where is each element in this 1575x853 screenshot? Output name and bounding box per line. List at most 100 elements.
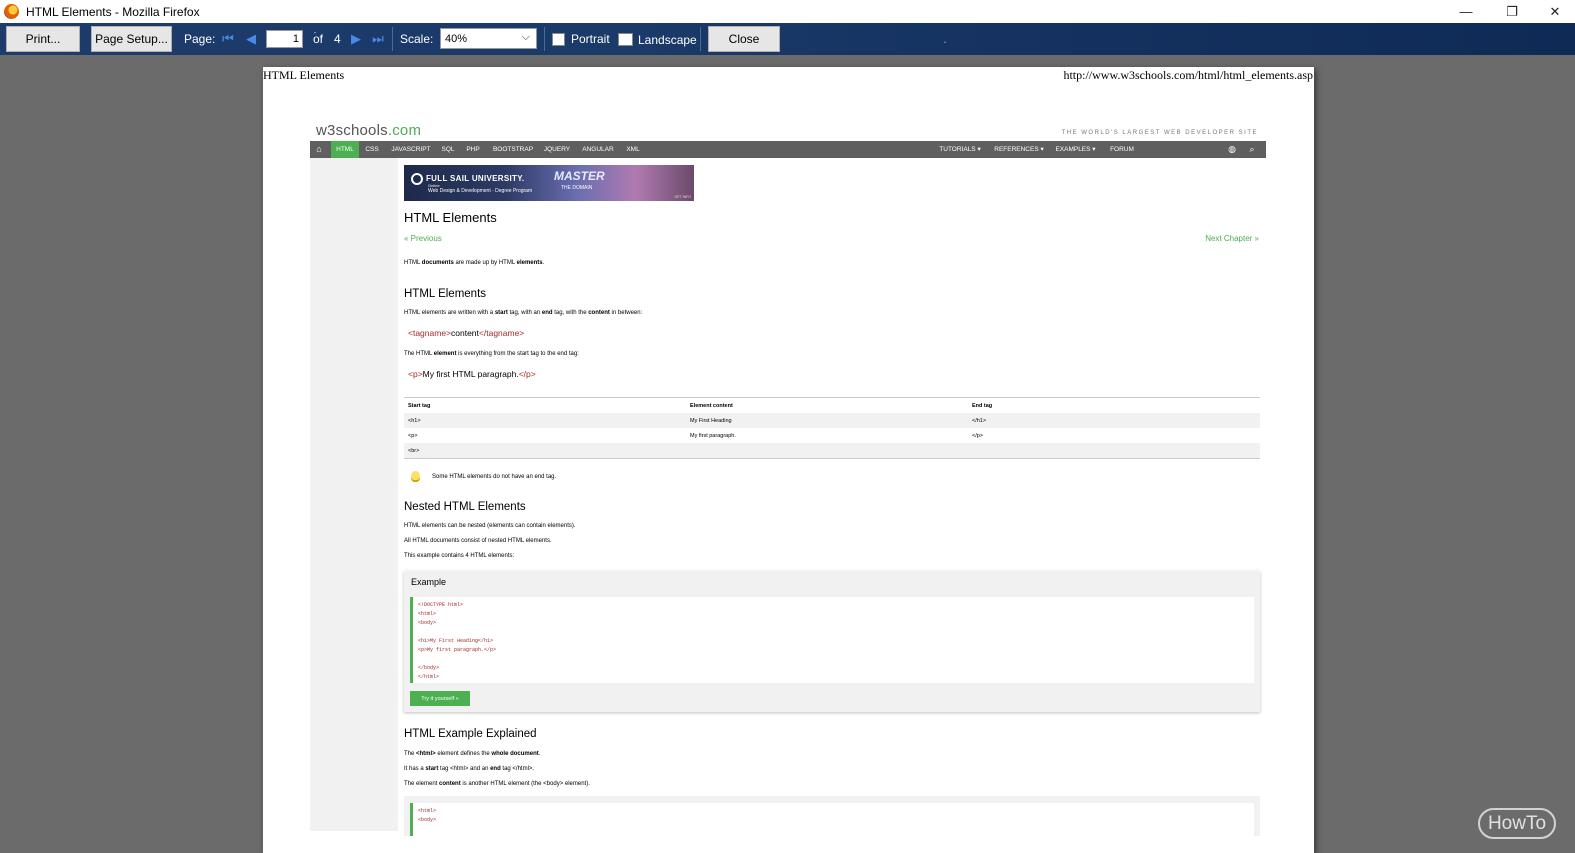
example-code: <!DOCTYPE html> <html> <body> <h1>My Fir… bbox=[410, 597, 1254, 683]
nested-paragraph-1: HTML elements can be nested (elements ca… bbox=[404, 523, 576, 529]
heading-example-explained: HTML Example Explained bbox=[404, 728, 537, 740]
code-line: <p>My first paragraph.</p> bbox=[418, 647, 497, 653]
home-icon[interactable]: ⌂ bbox=[313, 143, 325, 156]
page-title: HTML Elements bbox=[404, 210, 497, 225]
firefox-icon bbox=[4, 4, 19, 19]
first-page-icon[interactable]: ⏮ bbox=[220, 31, 236, 47]
tags-table: Start tag Element content End tag <h1> M… bbox=[404, 397, 1260, 459]
howto-watermark: HowTo bbox=[1478, 808, 1556, 839]
table-header: End tag bbox=[972, 402, 993, 409]
nav-references[interactable]: REFERENCES ▾ bbox=[993, 141, 1045, 158]
page-header-url: http://www.w3schools.com/html/html_eleme… bbox=[1063, 68, 1313, 82]
example-box-2: <html> <body> bbox=[404, 796, 1260, 836]
intro-paragraph: HTML documents are made up by HTML eleme… bbox=[404, 260, 545, 266]
print-button[interactable]: Print... bbox=[6, 26, 80, 52]
ad-subtitle: Web Design & Development · Degree Progra… bbox=[428, 188, 533, 194]
window-titlebar: HTML Elements - Mozilla Firefox — ❐ ✕ bbox=[0, 0, 1575, 23]
nav-bootstrap[interactable]: BOOTSTRAP bbox=[488, 141, 538, 158]
nav-html[interactable]: HTML bbox=[331, 141, 359, 158]
toolbar-separator bbox=[700, 27, 701, 51]
landscape-radio[interactable] bbox=[618, 33, 633, 46]
table-row: <h1> My First Heading </h1> bbox=[404, 413, 1260, 428]
window-controls: — ❐ ✕ bbox=[1443, 0, 1575, 23]
table-header-row: Start tag Element content End tag bbox=[404, 398, 1260, 413]
landscape-label: Landscape bbox=[638, 33, 697, 47]
lightbulb-icon bbox=[411, 471, 420, 482]
code-line: <html> bbox=[418, 808, 437, 814]
scale-select[interactable]: 40% ⌵ bbox=[440, 28, 537, 49]
total-pages: 4 bbox=[334, 32, 341, 46]
paragraph-example: <p>My first HTML paragraph.</p> bbox=[408, 369, 536, 379]
top-navbar: ⌂ HTML CSS JAVASCRIPT SQL PHP BOOTSTRAP … bbox=[310, 141, 1266, 158]
window-title: HTML Elements - Mozilla Firefox bbox=[26, 4, 200, 19]
search-icon[interactable]: ⌕ bbox=[1246, 143, 1258, 156]
end-tag-note: Some HTML elements do not have an end ta… bbox=[404, 471, 556, 482]
ad-domain: THE DOMAIN bbox=[561, 185, 593, 191]
explained-paragraph-3: The element content is another HTML elem… bbox=[404, 781, 590, 787]
code-line: <html> bbox=[418, 611, 437, 617]
toolbar-separator bbox=[392, 27, 393, 51]
nav-sql[interactable]: SQL bbox=[438, 141, 458, 158]
page-header-title: HTML Elements bbox=[263, 68, 345, 82]
last-page-icon[interactable]: ⏭ bbox=[370, 31, 386, 47]
scale-label: Scale: bbox=[400, 32, 434, 46]
restore-button[interactable]: ❐ bbox=[1489, 0, 1535, 23]
nav-xml[interactable]: XML bbox=[623, 141, 643, 158]
page-setup-button[interactable]: Page Setup... bbox=[91, 26, 172, 52]
heading-nested-elements: Nested HTML Elements bbox=[404, 501, 526, 513]
table-header: Element content bbox=[690, 402, 733, 409]
w3schools-logo[interactable]: w3schools.com bbox=[316, 122, 421, 139]
print-page: HTML Elements http://www.w3schools.com/h… bbox=[263, 67, 1314, 853]
next-chapter-link[interactable]: Next Chapter » bbox=[1205, 234, 1259, 243]
nav-tutorials[interactable]: TUTORIALS ▾ bbox=[936, 141, 984, 158]
globe-icon[interactable]: ◍ bbox=[1226, 143, 1238, 156]
table-cell: <p> bbox=[408, 432, 418, 439]
table-header: Start tag bbox=[408, 402, 431, 409]
full-sail-logo-icon bbox=[411, 173, 423, 185]
logo-text: w3schools bbox=[316, 122, 388, 139]
previous-link[interactable]: « Previous bbox=[404, 234, 442, 243]
scale-value: 40% bbox=[445, 32, 468, 45]
example-box: Example <!DOCTYPE html> <html> <body> <h… bbox=[404, 571, 1260, 712]
code-line: <body> bbox=[418, 817, 437, 823]
code-line: <h1>My First Heading</h1> bbox=[418, 638, 494, 644]
advertisement-banner[interactable]: FULL SAIL UNIVERSITY. Online Web Design … bbox=[404, 165, 694, 201]
nav-javascript[interactable]: JAVASCRIPT bbox=[388, 141, 434, 158]
explained-paragraph-1: The <html> element defines the whole doc… bbox=[404, 751, 541, 757]
portrait-radio[interactable] bbox=[552, 33, 565, 46]
try-it-yourself-button[interactable]: Try it yourself » bbox=[410, 691, 470, 706]
code-line: <!DOCTYPE html> bbox=[418, 602, 464, 608]
nested-paragraph-3: This example contains 4 HTML elements: bbox=[404, 553, 515, 559]
code-line: </html> bbox=[418, 674, 440, 680]
previous-page-icon[interactable]: ◀ bbox=[243, 31, 259, 47]
table-cell: </h1> bbox=[972, 417, 987, 424]
elements-paragraph: HTML elements are written with a start t… bbox=[404, 310, 643, 316]
chevron-down-icon: ⌵ bbox=[521, 31, 530, 43]
next-page-icon[interactable]: ▶ bbox=[348, 31, 364, 47]
code-line: </body> bbox=[418, 665, 440, 671]
close-preview-button[interactable]: Close bbox=[708, 26, 780, 52]
nav-forum[interactable]: FORUM bbox=[1107, 141, 1137, 158]
nav-php[interactable]: PHP bbox=[463, 141, 483, 158]
close-window-button[interactable]: ✕ bbox=[1535, 0, 1575, 23]
page-number-input[interactable]: 1 bbox=[266, 30, 303, 48]
example-code-2: <html> <body> bbox=[410, 803, 1254, 836]
table-row: <p> My first paragraph. </p> bbox=[404, 428, 1260, 443]
nav-examples[interactable]: EXAMPLES ▾ bbox=[1053, 141, 1098, 158]
print-preview-toolbar: Print... Page Setup... Page: ⏮ ◀ 1 of 4 … bbox=[0, 23, 1575, 55]
code-line: <body> bbox=[418, 620, 437, 626]
tag-syntax: <tagname>content</tagname> bbox=[408, 328, 525, 338]
minimize-button[interactable]: — bbox=[1443, 0, 1489, 23]
table-row: <br> bbox=[404, 443, 1260, 458]
nav-jquery[interactable]: JQUERY bbox=[542, 141, 572, 158]
nav-css[interactable]: CSS bbox=[362, 141, 382, 158]
left-sidebar bbox=[310, 158, 398, 831]
w3schools-page: w3schools.com THE WORLD'S LARGEST WEB DE… bbox=[310, 118, 1266, 836]
of-label: of bbox=[313, 32, 324, 46]
logo-com: .com bbox=[387, 122, 422, 139]
nav-angular[interactable]: ANGULAR bbox=[578, 141, 618, 158]
portrait-label: Portrait bbox=[571, 32, 610, 46]
example-title: Example bbox=[411, 577, 447, 587]
